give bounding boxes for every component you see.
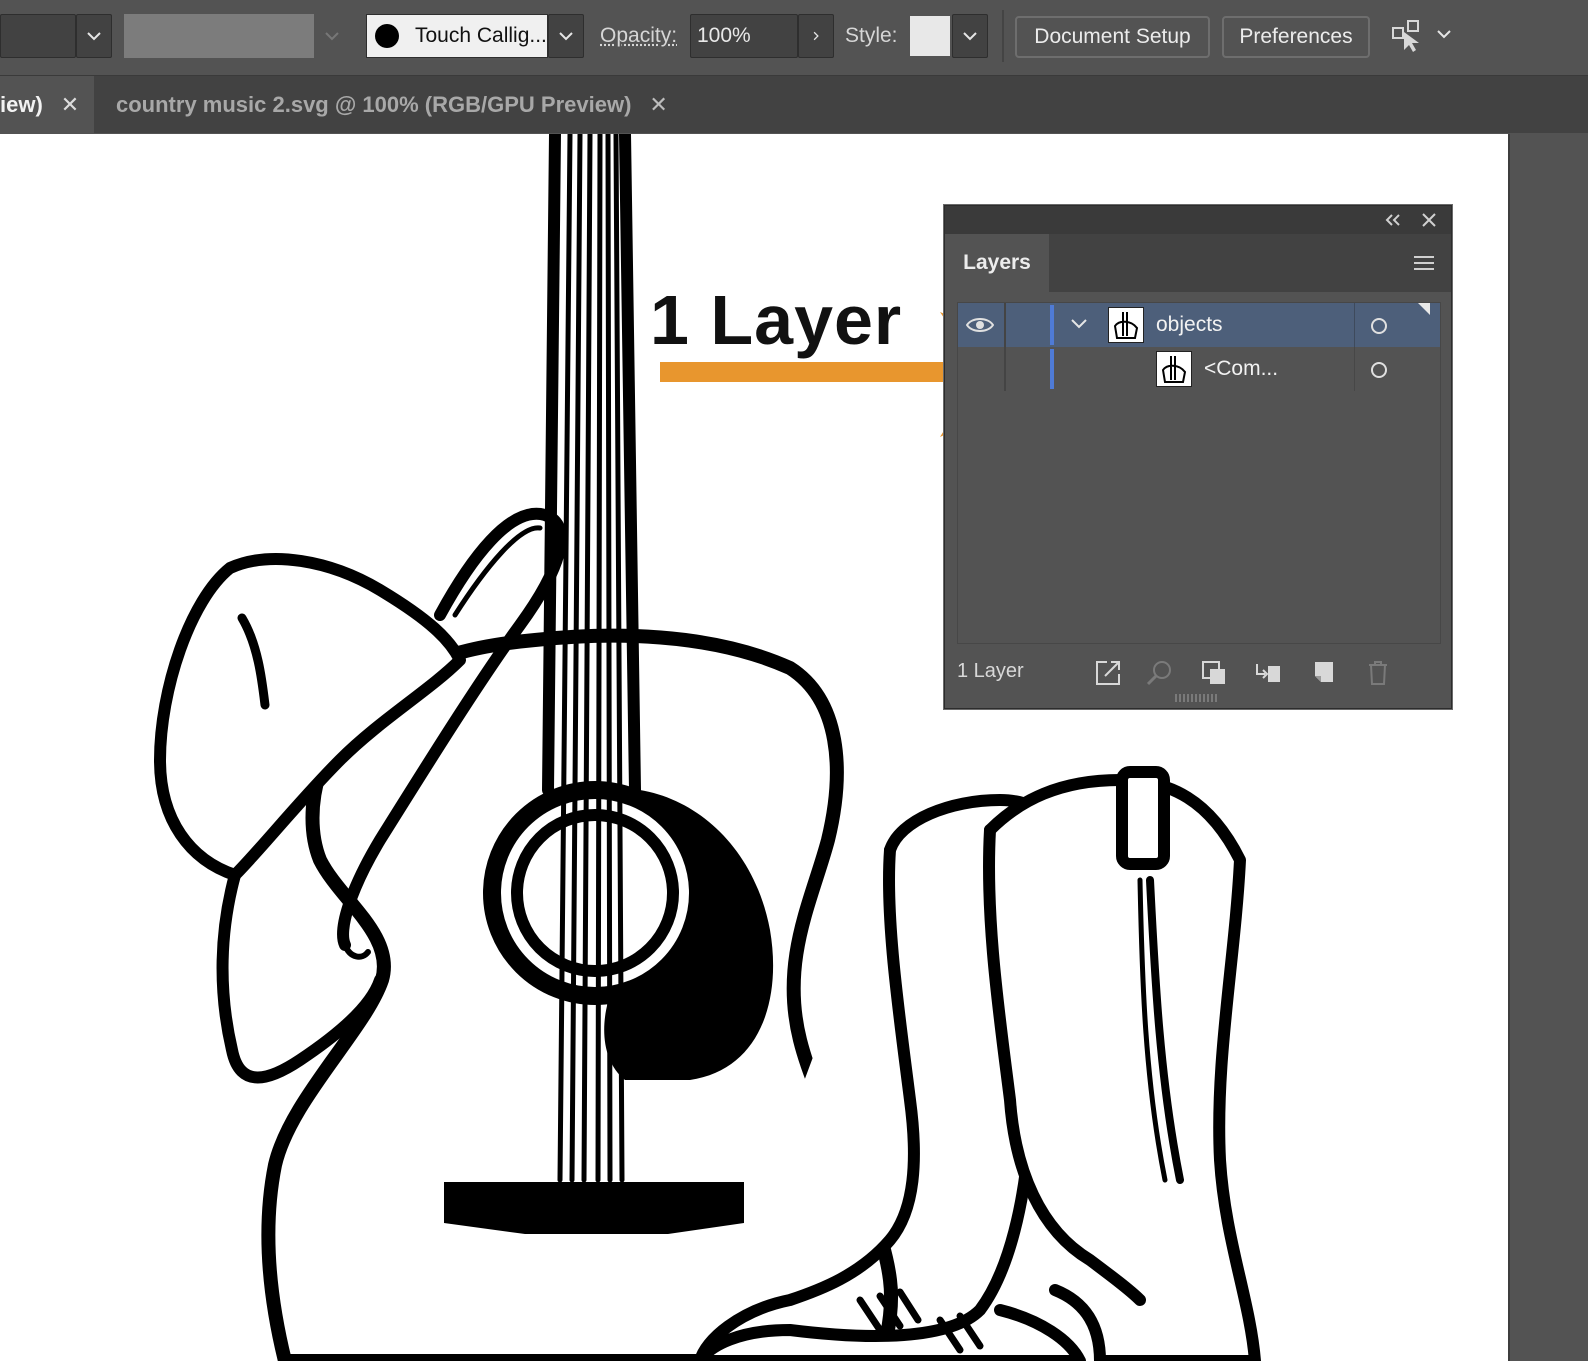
chevron-down-icon: [559, 32, 573, 41]
chevron-right-icon: [813, 31, 819, 41]
opacity-input[interactable]: 100%: [690, 14, 798, 58]
target-column-divider: [1354, 347, 1355, 391]
layer-name[interactable]: objects: [1156, 313, 1223, 337]
chevron-down-icon: [1437, 30, 1451, 39]
lock-column-divider: [1004, 347, 1006, 391]
tab-title: iew): [0, 91, 43, 117]
stroke-weight-dropdown[interactable]: [76, 14, 112, 58]
create-sublayer-icon[interactable]: [1253, 658, 1283, 688]
document-setup-button[interactable]: Document Setup: [1015, 16, 1210, 58]
brush-definition-field[interactable]: Touch Callig...: [366, 14, 548, 58]
selection-corner-icon: [1418, 303, 1430, 315]
expand-chevron-icon[interactable]: [1070, 317, 1088, 331]
layer-color-bar: [1050, 305, 1054, 345]
brush-dropdown[interactable]: [548, 14, 584, 58]
brush-dot-icon: [375, 24, 399, 48]
cowboy-boots: [694, 766, 1261, 1361]
guitar-bridge: [444, 1182, 744, 1234]
document-tab-bar: iew) ✕ country music 2.svg @ 100% (RGB/G…: [0, 76, 1588, 133]
layers-list[interactable]: objects <Com...: [957, 302, 1441, 644]
control-bar: Touch Callig... Opacity: 100% Style: Doc…: [0, 0, 1588, 76]
locate-object-icon[interactable]: [1145, 658, 1175, 688]
lock-column-divider: [1004, 303, 1006, 347]
toolbar-divider: [1002, 10, 1004, 62]
close-panel-icon[interactable]: [1421, 212, 1437, 228]
target-column-divider: [1354, 303, 1355, 347]
stroke-weight-field[interactable]: [0, 14, 76, 58]
opacity-expand-button[interactable]: [798, 14, 834, 58]
panel-menu-icon[interactable]: [1413, 254, 1435, 272]
brush-label: Touch Callig...: [415, 24, 547, 47]
preferences-button[interactable]: Preferences: [1222, 16, 1370, 58]
layer-row-objects[interactable]: objects: [958, 303, 1440, 347]
panel-title-bar[interactable]: [945, 206, 1451, 234]
chevron-down-icon: [87, 32, 101, 41]
tab-layers[interactable]: Layers: [945, 234, 1049, 292]
layer-name[interactable]: <Com...: [1204, 357, 1278, 381]
variable-width-profile[interactable]: [124, 14, 314, 58]
delete-icon[interactable]: [1363, 658, 1393, 688]
collapse-panel-icon[interactable]: [1385, 214, 1401, 226]
panel-tab-strip: Layers: [945, 234, 1451, 292]
chevron-down-icon: [325, 32, 339, 41]
arrange-documents-icon[interactable]: [1390, 18, 1426, 54]
close-icon[interactable]: ✕: [649, 92, 667, 118]
layer-row-compound[interactable]: <Com...: [958, 347, 1440, 391]
eye-icon[interactable]: [966, 315, 994, 335]
layer-thumbnail: [1108, 307, 1144, 343]
profile-dropdown[interactable]: [316, 14, 348, 58]
target-circle-icon[interactable]: [1370, 361, 1388, 379]
chevron-down-icon: [963, 32, 977, 41]
create-new-layer-icon[interactable]: [1309, 658, 1339, 688]
layers-panel: Layers objects <Com... 1 Layer: [944, 205, 1452, 709]
canvas-gutter: [1508, 134, 1588, 1361]
resize-grip[interactable]: [1175, 694, 1219, 702]
layer-count: 1 Layer: [957, 660, 1024, 682]
graphic-style-dropdown[interactable]: [952, 14, 988, 58]
target-circle-icon[interactable]: [1370, 317, 1388, 335]
make-clipping-mask-icon[interactable]: [1199, 658, 1229, 688]
opacity-label[interactable]: Opacity:: [600, 16, 677, 56]
tab-country-music[interactable]: country music 2.svg @ 100% (RGB/GPU Prev…: [96, 76, 706, 133]
tab-title: country music 2.svg @ 100% (RGB/GPU Prev…: [116, 91, 632, 117]
collect-for-export-icon[interactable]: [1093, 658, 1123, 688]
style-label: Style:: [845, 24, 898, 47]
arrange-dropdown[interactable]: [1436, 26, 1456, 42]
layer-thumbnail: [1156, 351, 1192, 387]
close-icon[interactable]: ✕: [61, 92, 79, 118]
graphic-style-swatch[interactable]: [910, 16, 950, 56]
cowboy-hat: [154, 507, 567, 1084]
tab-previous-document[interactable]: iew) ✕: [0, 76, 94, 133]
layer-color-bar: [1050, 349, 1054, 389]
